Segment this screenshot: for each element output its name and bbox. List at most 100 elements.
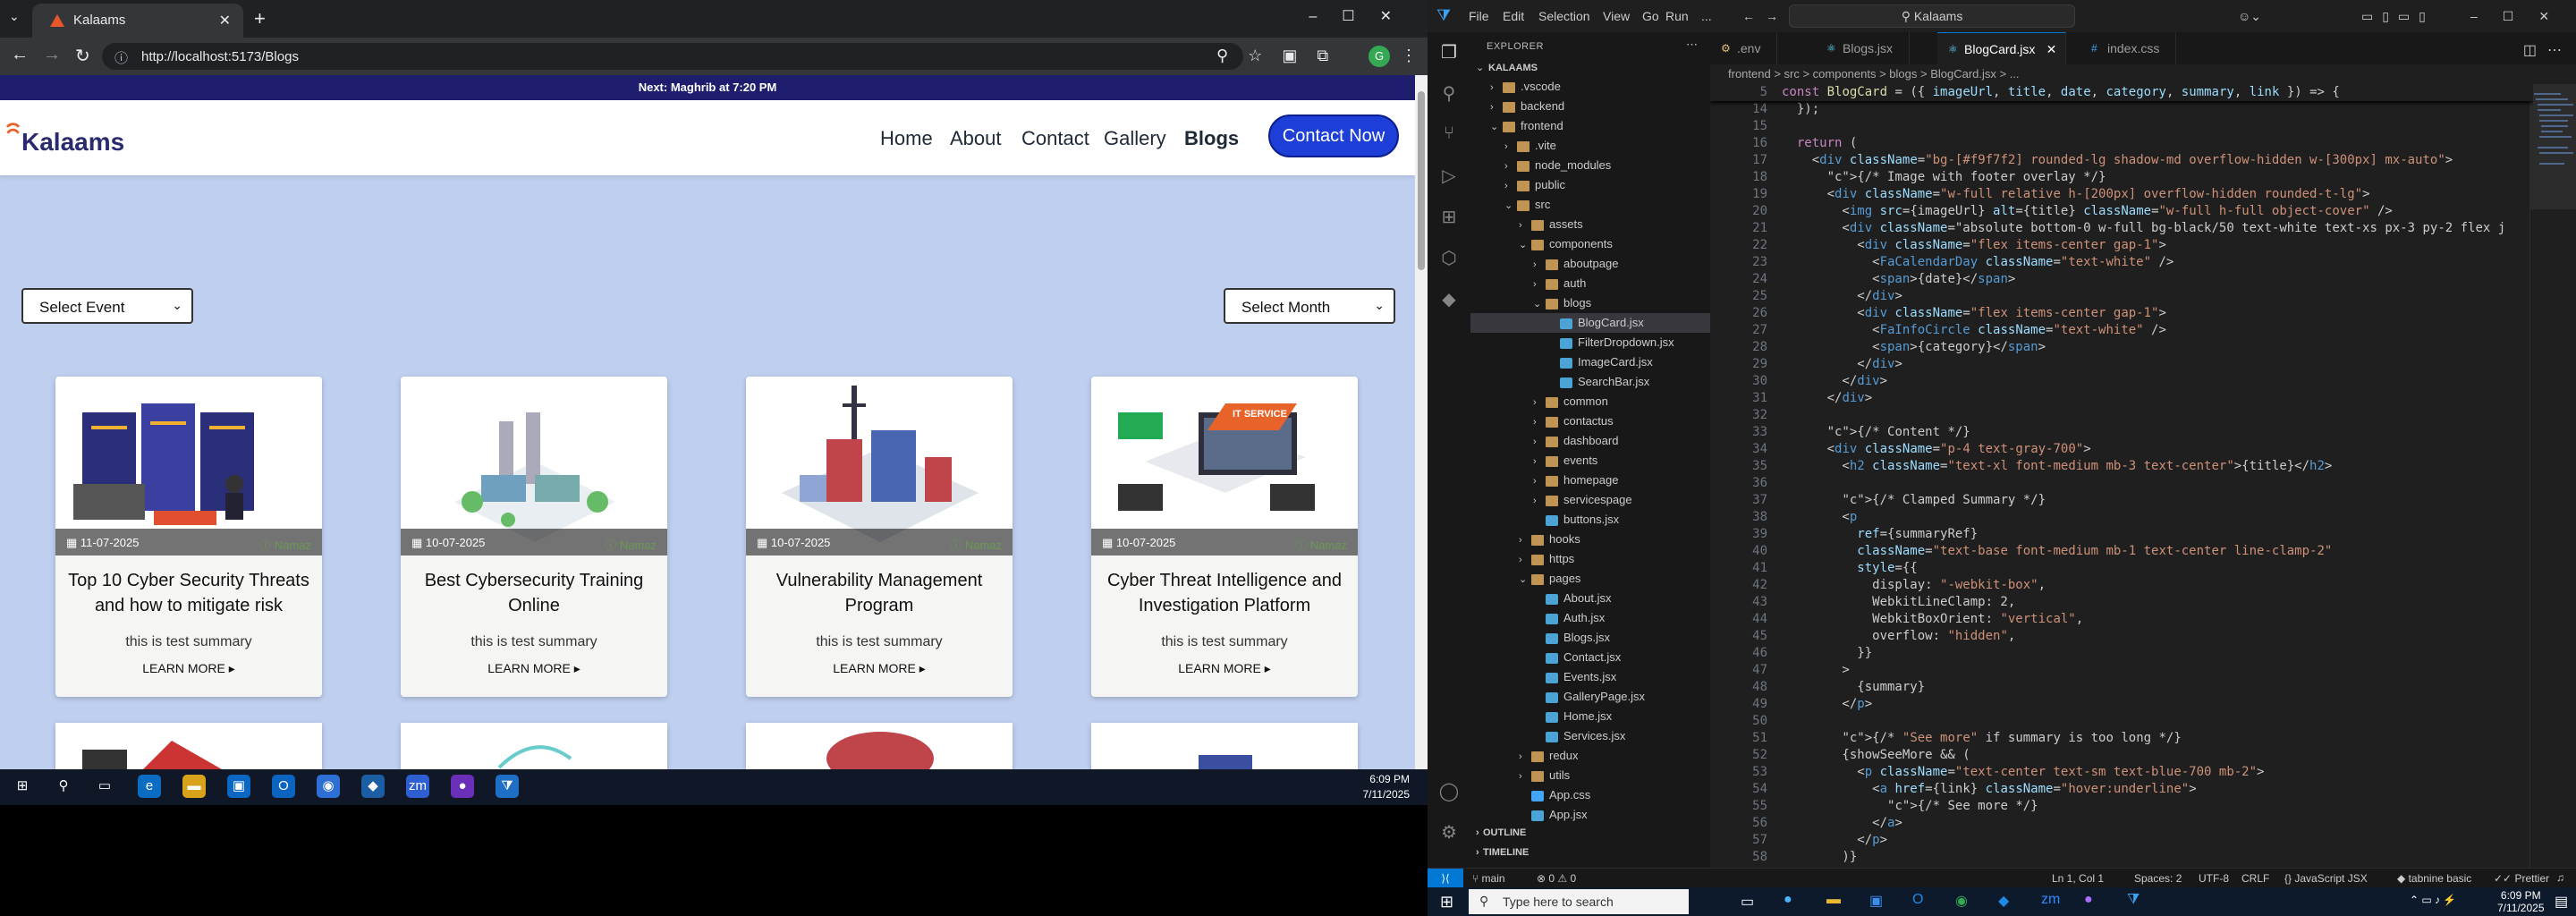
blog-card[interactable]: ▦ 10-07-2025 ⓘ Namaz Best Cybersecurity T…	[401, 377, 667, 697]
browser-tab[interactable]: Kalaams ✕	[32, 4, 243, 38]
tree-file[interactable]: Events.jsx	[1470, 667, 1710, 687]
tree-folder[interactable]: › assets	[1470, 215, 1710, 234]
tree-folder[interactable]: › events	[1470, 451, 1710, 471]
chrome-icon[interactable]: ◉	[1955, 892, 1968, 910]
file-explorer-icon[interactable]: ▬	[1826, 892, 1841, 908]
eol[interactable]: CRLF	[2241, 872, 2269, 885]
zoom-icon[interactable]: zm	[2041, 892, 2060, 908]
indent-setting[interactable]: Spaces: 2	[2134, 872, 2182, 885]
outlook-icon[interactable]: O	[1912, 892, 1923, 908]
new-tab-icon[interactable]: +	[254, 7, 266, 30]
right-clock[interactable]: 6:09 PM 7/11/2025	[2497, 889, 2545, 914]
tree-file[interactable]: App.css	[1470, 785, 1710, 805]
extensions-icon[interactable]: ⊞	[1438, 206, 1460, 227]
account-icon[interactable]: ◯	[1438, 780, 1460, 802]
taskbar-search-box[interactable]: ⚲ Type here to search	[1469, 889, 1689, 914]
tree-file[interactable]: buttons.jsx	[1470, 510, 1710, 530]
app-icon[interactable]: ◆	[1998, 892, 2009, 910]
tree-file[interactable]: Services.jsx	[1470, 726, 1710, 746]
window-controls[interactable]: –☐✕	[1309, 7, 1417, 25]
split-editor-icon[interactable]: ◫	[2523, 41, 2537, 59]
copilot-icon[interactable]: ☺⌄	[2238, 9, 2261, 24]
tabnine-icon[interactable]: ◆	[1438, 288, 1460, 310]
tree-folder[interactable]: ⌄ src	[1470, 195, 1710, 215]
contact-now-button[interactable]: Contact Now	[1268, 114, 1399, 157]
blog-card-partial[interactable]	[746, 723, 1013, 769]
outline-section[interactable]: › OUTLINE	[1470, 823, 1710, 843]
tree-folder[interactable]: ⌄ components	[1470, 234, 1710, 254]
select-month-dropdown[interactable]: Select Month ⌄	[1224, 288, 1395, 324]
prettier-status[interactable]: ✓✓ Prettier	[2494, 872, 2549, 885]
outlook-icon[interactable]: O	[272, 775, 295, 798]
blog-card-partial[interactable]	[55, 723, 322, 769]
editor-more-icon[interactable]: ⋯	[2547, 41, 2562, 59]
tabnine-status[interactable]: ◆ tabnine basic	[2397, 872, 2471, 885]
blog-card[interactable]: ▦ 11-07-2025 ⓘ Namaz Top 10 Cyber Securit…	[55, 377, 322, 697]
back-icon[interactable]: ←	[11, 45, 29, 65]
menu-more[interactable]: ...	[1701, 9, 1712, 23]
layout-icons[interactable]: ▭▯▭▯	[2361, 9, 2435, 24]
tree-folder[interactable]: › redux	[1470, 746, 1710, 766]
tab-index-css[interactable]: # index.css	[2080, 32, 2177, 64]
command-center-search[interactable]: ⚲ Kalaams	[1789, 4, 2075, 28]
vscode-taskbar-icon[interactable]: ⧩	[496, 775, 519, 798]
search-icon[interactable]: ⚲	[1438, 82, 1460, 104]
browser-menu-icon[interactable]: ⋮	[1401, 47, 1417, 65]
menu-edit[interactable]: Edit	[1503, 9, 1524, 23]
problems-indicator[interactable]: ⊗ 0 ⚠ 0	[1537, 872, 1576, 885]
tree-folder[interactable]: › auth	[1470, 274, 1710, 293]
nav-forward-icon[interactable]: →	[1766, 9, 1778, 23]
search-icon[interactable]: ⚲	[52, 775, 75, 798]
tree-file[interactable]: Blogs.jsx	[1470, 628, 1710, 648]
system-tray-icons[interactable]: ⌃ ▭ ♪ ⚡	[2410, 894, 2456, 906]
timeline-section[interactable]: › TIMELINE	[1470, 843, 1710, 862]
nav-contact[interactable]: Contact	[1021, 127, 1089, 150]
tree-folder[interactable]: › homepage	[1470, 471, 1710, 490]
learn-more-link[interactable]: LEARN MORE ▸	[55, 661, 322, 676]
tree-folder[interactable]: › utils	[1470, 766, 1710, 785]
tree-file[interactable]: About.jsx	[1470, 589, 1710, 608]
tree-folder[interactable]: › dashboard	[1470, 431, 1710, 451]
windows-start-icon[interactable]: ⊞	[11, 775, 34, 798]
tree-file[interactable]: Auth.jsx	[1470, 608, 1710, 628]
windows-start-icon[interactable]: ⊞	[1440, 893, 1453, 912]
tree-folder[interactable]: › aboutpage	[1470, 254, 1710, 274]
breadcrumb[interactable]: frontend > src > components > blogs > Bl…	[1710, 64, 2576, 84]
github-icon[interactable]: ●	[2084, 892, 2093, 908]
tree-folder[interactable]: › contactus	[1470, 411, 1710, 431]
tree-file[interactable]: Contact.jsx	[1470, 648, 1710, 667]
chrome-icon[interactable]: ◉	[317, 775, 340, 798]
branch-indicator[interactable]: ⑂ main	[1472, 872, 1505, 885]
tree-file[interactable]: GalleryPage.jsx	[1470, 687, 1710, 707]
tree-folder[interactable]: › public	[1470, 175, 1710, 195]
learn-more-link[interactable]: LEARN MORE ▸	[746, 661, 1013, 676]
learn-more-link[interactable]: LEARN MORE ▸	[1091, 661, 1358, 676]
close-tab-icon[interactable]: ✕	[2046, 42, 2057, 57]
source-control-icon[interactable]: ⑂	[1438, 123, 1460, 145]
select-event-dropdown[interactable]: Select Event ⌄	[21, 288, 193, 324]
tree-file[interactable]: ImageCard.jsx	[1470, 352, 1710, 372]
forward-icon[interactable]: →	[43, 45, 61, 65]
tree-file[interactable]: Home.jsx	[1470, 707, 1710, 726]
nav-about[interactable]: About	[950, 127, 1002, 150]
address-bar[interactable]: ⓘ http://localhost:5173/Blogs	[102, 43, 1243, 70]
minimap[interactable]	[2529, 84, 2576, 868]
tree-file[interactable]: App.jsx	[1470, 805, 1710, 825]
language-mode[interactable]: {} JavaScript JSX	[2284, 872, 2368, 885]
tree-folder[interactable]: › node_modules	[1470, 156, 1710, 175]
file-explorer-icon[interactable]: ▬	[182, 775, 206, 798]
blog-card-partial[interactable]	[401, 723, 667, 769]
code-editor[interactable]: 5 const BlogCard = ({ imageUrl, title, da…	[1710, 84, 2533, 868]
more-actions-icon[interactable]: ⋯	[1686, 38, 1698, 52]
nav-home[interactable]: Home	[880, 127, 933, 150]
notification-center-icon[interactable]: ▤	[2555, 893, 2568, 911]
github-icon[interactable]: ●	[451, 775, 474, 798]
menu-go[interactable]: Go	[1642, 9, 1659, 23]
toolbar-extension-icons[interactable]: ⚲☆▣⧉	[1216, 47, 1348, 65]
tree-folder[interactable]: › servicespage	[1470, 490, 1710, 510]
tree-file[interactable]: SearchBar.jsx	[1470, 372, 1710, 392]
tree-folder[interactable]: › common	[1470, 392, 1710, 411]
site-info-icon[interactable]: ⓘ	[114, 48, 128, 67]
scrollbar-thumb[interactable]	[1418, 91, 1425, 270]
learn-more-link[interactable]: LEARN MORE ▸	[401, 661, 667, 676]
